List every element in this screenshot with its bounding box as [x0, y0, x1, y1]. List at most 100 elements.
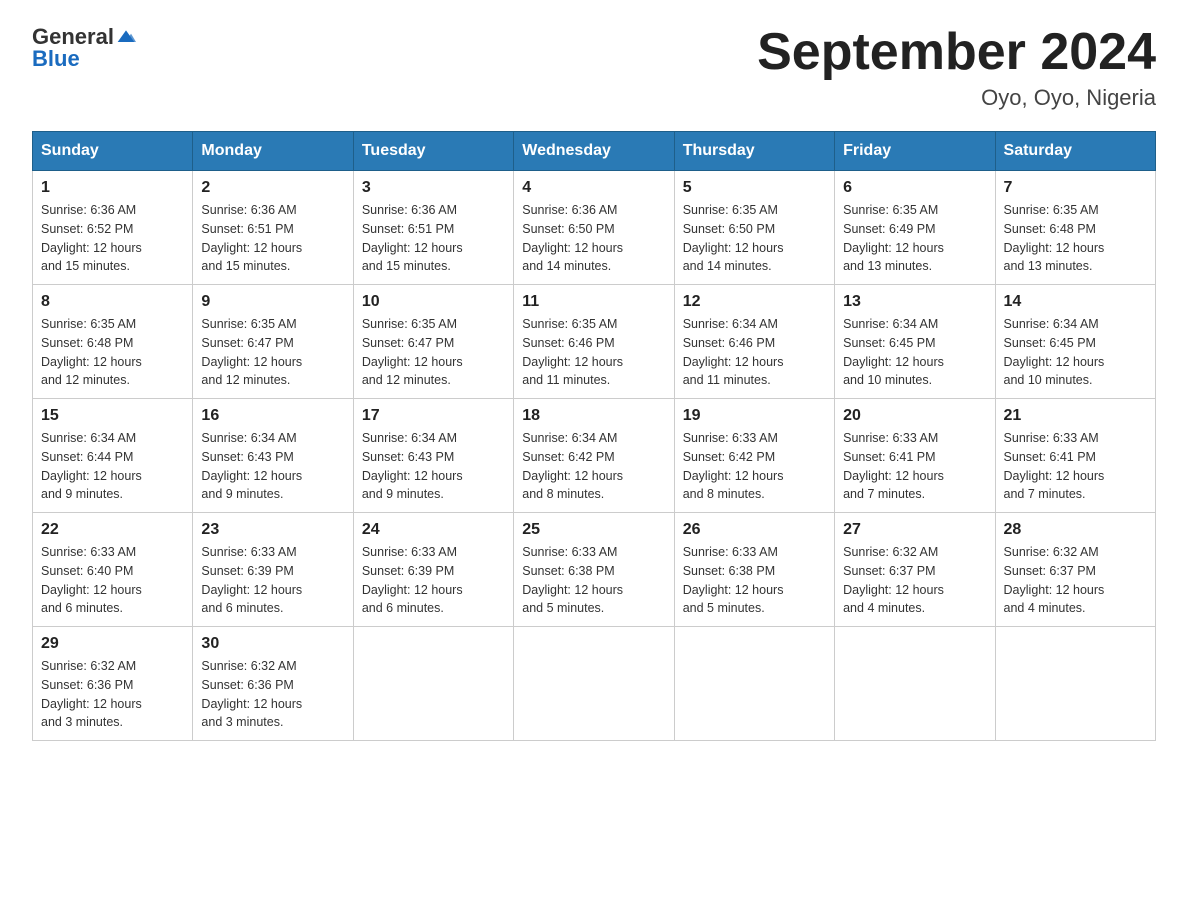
day-number: 23 — [201, 521, 344, 539]
calendar-table: Sunday Monday Tuesday Wednesday Thursday… — [32, 131, 1156, 741]
day-info: Sunrise: 6:34 AM Sunset: 6:43 PM Dayligh… — [362, 429, 505, 504]
col-thursday: Thursday — [674, 132, 834, 171]
calendar-cell: 25 Sunrise: 6:33 AM Sunset: 6:38 PM Dayl… — [514, 513, 674, 627]
day-number: 22 — [41, 521, 184, 539]
day-info: Sunrise: 6:34 AM Sunset: 6:45 PM Dayligh… — [1004, 315, 1147, 390]
title-section: September 2024 Oyo, Oyo, Nigeria — [757, 24, 1156, 111]
calendar-header-row: Sunday Monday Tuesday Wednesday Thursday… — [33, 132, 1156, 171]
calendar-week-1: 1 Sunrise: 6:36 AM Sunset: 6:52 PM Dayli… — [33, 171, 1156, 285]
calendar-cell: 27 Sunrise: 6:32 AM Sunset: 6:37 PM Dayl… — [835, 513, 995, 627]
day-info: Sunrise: 6:35 AM Sunset: 6:48 PM Dayligh… — [1004, 201, 1147, 276]
day-info: Sunrise: 6:32 AM Sunset: 6:37 PM Dayligh… — [843, 543, 986, 618]
day-number: 2 — [201, 179, 344, 197]
calendar-cell — [835, 627, 995, 741]
day-info: Sunrise: 6:34 AM Sunset: 6:42 PM Dayligh… — [522, 429, 665, 504]
calendar-cell: 23 Sunrise: 6:33 AM Sunset: 6:39 PM Dayl… — [193, 513, 353, 627]
day-number: 4 — [522, 179, 665, 197]
day-info: Sunrise: 6:35 AM Sunset: 6:48 PM Dayligh… — [41, 315, 184, 390]
day-number: 3 — [362, 179, 505, 197]
day-number: 21 — [1004, 407, 1147, 425]
day-info: Sunrise: 6:35 AM Sunset: 6:47 PM Dayligh… — [362, 315, 505, 390]
day-number: 8 — [41, 293, 184, 311]
day-number: 7 — [1004, 179, 1147, 197]
day-number: 13 — [843, 293, 986, 311]
col-wednesday: Wednesday — [514, 132, 674, 171]
day-number: 30 — [201, 635, 344, 653]
day-info: Sunrise: 6:35 AM Sunset: 6:50 PM Dayligh… — [683, 201, 826, 276]
day-info: Sunrise: 6:33 AM Sunset: 6:38 PM Dayligh… — [522, 543, 665, 618]
col-monday: Monday — [193, 132, 353, 171]
calendar-cell: 7 Sunrise: 6:35 AM Sunset: 6:48 PM Dayli… — [995, 171, 1155, 285]
day-info: Sunrise: 6:33 AM Sunset: 6:38 PM Dayligh… — [683, 543, 826, 618]
day-number: 14 — [1004, 293, 1147, 311]
calendar-subtitle: Oyo, Oyo, Nigeria — [757, 85, 1156, 111]
calendar-cell: 28 Sunrise: 6:32 AM Sunset: 6:37 PM Dayl… — [995, 513, 1155, 627]
calendar-cell: 17 Sunrise: 6:34 AM Sunset: 6:43 PM Dayl… — [353, 399, 513, 513]
day-number: 26 — [683, 521, 826, 539]
day-info: Sunrise: 6:33 AM Sunset: 6:41 PM Dayligh… — [1004, 429, 1147, 504]
calendar-cell: 5 Sunrise: 6:35 AM Sunset: 6:50 PM Dayli… — [674, 171, 834, 285]
day-info: Sunrise: 6:32 AM Sunset: 6:36 PM Dayligh… — [201, 657, 344, 732]
day-number: 10 — [362, 293, 505, 311]
calendar-cell: 18 Sunrise: 6:34 AM Sunset: 6:42 PM Dayl… — [514, 399, 674, 513]
day-info: Sunrise: 6:33 AM Sunset: 6:39 PM Dayligh… — [362, 543, 505, 618]
calendar-cell: 14 Sunrise: 6:34 AM Sunset: 6:45 PM Dayl… — [995, 285, 1155, 399]
page-header: General Blue September 2024 Oyo, Oyo, Ni… — [32, 24, 1156, 111]
calendar-cell: 20 Sunrise: 6:33 AM Sunset: 6:41 PM Dayl… — [835, 399, 995, 513]
calendar-cell: 24 Sunrise: 6:33 AM Sunset: 6:39 PM Dayl… — [353, 513, 513, 627]
day-number: 20 — [843, 407, 986, 425]
day-info: Sunrise: 6:33 AM Sunset: 6:39 PM Dayligh… — [201, 543, 344, 618]
calendar-cell: 19 Sunrise: 6:33 AM Sunset: 6:42 PM Dayl… — [674, 399, 834, 513]
logo: General Blue — [32, 24, 136, 72]
day-number: 18 — [522, 407, 665, 425]
day-info: Sunrise: 6:33 AM Sunset: 6:40 PM Dayligh… — [41, 543, 184, 618]
col-sunday: Sunday — [33, 132, 193, 171]
day-number: 6 — [843, 179, 986, 197]
calendar-cell: 16 Sunrise: 6:34 AM Sunset: 6:43 PM Dayl… — [193, 399, 353, 513]
day-number: 15 — [41, 407, 184, 425]
calendar-cell: 21 Sunrise: 6:33 AM Sunset: 6:41 PM Dayl… — [995, 399, 1155, 513]
day-number: 25 — [522, 521, 665, 539]
day-info: Sunrise: 6:32 AM Sunset: 6:36 PM Dayligh… — [41, 657, 184, 732]
col-saturday: Saturday — [995, 132, 1155, 171]
calendar-cell: 10 Sunrise: 6:35 AM Sunset: 6:47 PM Dayl… — [353, 285, 513, 399]
calendar-cell: 26 Sunrise: 6:33 AM Sunset: 6:38 PM Dayl… — [674, 513, 834, 627]
day-number: 28 — [1004, 521, 1147, 539]
day-number: 17 — [362, 407, 505, 425]
col-friday: Friday — [835, 132, 995, 171]
day-info: Sunrise: 6:34 AM Sunset: 6:46 PM Dayligh… — [683, 315, 826, 390]
logo-icon — [116, 27, 136, 47]
calendar-cell: 8 Sunrise: 6:35 AM Sunset: 6:48 PM Dayli… — [33, 285, 193, 399]
day-number: 24 — [362, 521, 505, 539]
day-info: Sunrise: 6:35 AM Sunset: 6:47 PM Dayligh… — [201, 315, 344, 390]
calendar-cell: 9 Sunrise: 6:35 AM Sunset: 6:47 PM Dayli… — [193, 285, 353, 399]
calendar-cell: 6 Sunrise: 6:35 AM Sunset: 6:49 PM Dayli… — [835, 171, 995, 285]
calendar-cell: 11 Sunrise: 6:35 AM Sunset: 6:46 PM Dayl… — [514, 285, 674, 399]
calendar-week-3: 15 Sunrise: 6:34 AM Sunset: 6:44 PM Dayl… — [33, 399, 1156, 513]
day-number: 9 — [201, 293, 344, 311]
day-number: 29 — [41, 635, 184, 653]
calendar-week-4: 22 Sunrise: 6:33 AM Sunset: 6:40 PM Dayl… — [33, 513, 1156, 627]
calendar-week-2: 8 Sunrise: 6:35 AM Sunset: 6:48 PM Dayli… — [33, 285, 1156, 399]
day-number: 12 — [683, 293, 826, 311]
calendar-cell: 22 Sunrise: 6:33 AM Sunset: 6:40 PM Dayl… — [33, 513, 193, 627]
calendar-week-5: 29 Sunrise: 6:32 AM Sunset: 6:36 PM Dayl… — [33, 627, 1156, 741]
col-tuesday: Tuesday — [353, 132, 513, 171]
day-info: Sunrise: 6:33 AM Sunset: 6:41 PM Dayligh… — [843, 429, 986, 504]
calendar-cell: 30 Sunrise: 6:32 AM Sunset: 6:36 PM Dayl… — [193, 627, 353, 741]
calendar-cell — [353, 627, 513, 741]
calendar-cell: 3 Sunrise: 6:36 AM Sunset: 6:51 PM Dayli… — [353, 171, 513, 285]
day-info: Sunrise: 6:32 AM Sunset: 6:37 PM Dayligh… — [1004, 543, 1147, 618]
calendar-cell: 2 Sunrise: 6:36 AM Sunset: 6:51 PM Dayli… — [193, 171, 353, 285]
calendar-cell — [674, 627, 834, 741]
calendar-cell: 1 Sunrise: 6:36 AM Sunset: 6:52 PM Dayli… — [33, 171, 193, 285]
day-info: Sunrise: 6:34 AM Sunset: 6:45 PM Dayligh… — [843, 315, 986, 390]
day-info: Sunrise: 6:36 AM Sunset: 6:51 PM Dayligh… — [362, 201, 505, 276]
day-info: Sunrise: 6:36 AM Sunset: 6:52 PM Dayligh… — [41, 201, 184, 276]
day-number: 19 — [683, 407, 826, 425]
day-info: Sunrise: 6:36 AM Sunset: 6:50 PM Dayligh… — [522, 201, 665, 276]
day-info: Sunrise: 6:35 AM Sunset: 6:46 PM Dayligh… — [522, 315, 665, 390]
calendar-cell: 4 Sunrise: 6:36 AM Sunset: 6:50 PM Dayli… — [514, 171, 674, 285]
day-number: 16 — [201, 407, 344, 425]
calendar-cell — [995, 627, 1155, 741]
